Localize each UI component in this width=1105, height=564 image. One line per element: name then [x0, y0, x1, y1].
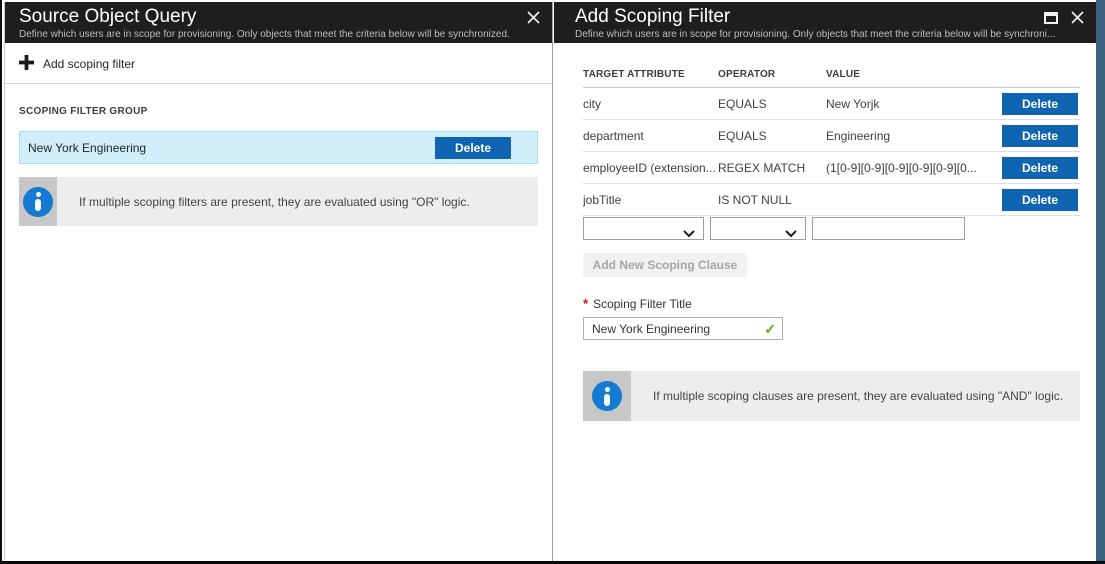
info-text: If multiple scoping filters are present,…: [57, 177, 538, 226]
table-row: jobTitle IS NOT NULL Delete: [583, 184, 1080, 216]
cell-attribute: jobTitle: [583, 193, 718, 207]
add-scoping-filter-label: Add scoping filter: [43, 57, 135, 71]
page-title: Source Object Query: [19, 6, 552, 28]
table-row: employeeID (extension... REGEX MATCH (1[…: [583, 152, 1080, 184]
attribute-select[interactable]: [583, 217, 704, 240]
delete-button[interactable]: Delete: [1002, 189, 1078, 211]
info-box: If multiple scoping clauses are present,…: [583, 371, 1080, 421]
valid-check-icon: ✓: [764, 321, 776, 337]
source-object-query-panel: Source Object Query Define which users a…: [4, 2, 553, 561]
info-text: If multiple scoping clauses are present,…: [631, 371, 1080, 421]
close-icon[interactable]: [527, 11, 540, 24]
plus-icon: [19, 55, 34, 73]
info-icon-tile: [583, 371, 631, 421]
scoping-filter-title-field: ✓: [583, 317, 783, 340]
panel-subtitle: Define which users are in scope for prov…: [19, 29, 552, 40]
filter-group-name: New York Engineering: [28, 141, 435, 155]
add-scoping-filter-body: TARGET ATTRIBUTE OPERATOR VALUE city EQU…: [554, 62, 1096, 421]
operator-select[interactable]: [710, 217, 806, 240]
info-icon: [592, 381, 622, 411]
table-row: department EQUALS Engineering Delete: [583, 120, 1080, 152]
column-header-operator: OPERATOR: [718, 69, 826, 80]
scoping-filter-title-label: * Scoping Filter Title: [583, 296, 1080, 311]
chevron-down-icon: [683, 225, 695, 243]
cell-attribute: employeeID (extension...: [583, 161, 718, 175]
add-scoping-filter-panel: Add Scoping Filter Define which users ar…: [554, 2, 1096, 561]
info-icon: [23, 187, 53, 217]
cell-operator: IS NOT NULL: [718, 193, 826, 207]
window-frame-left: [0, 0, 2, 564]
chevron-down-icon: [785, 225, 797, 243]
required-asterisk: *: [583, 296, 588, 311]
filter-group-row[interactable]: New York Engineering Delete: [19, 131, 538, 164]
info-icon-tile: [19, 177, 57, 226]
table-header-row: TARGET ATTRIBUTE OPERATOR VALUE: [583, 62, 1080, 88]
cell-operator: REGEX MATCH: [718, 161, 826, 175]
portal-background-stripe: [1096, 0, 1105, 561]
close-icon[interactable]: [1071, 11, 1084, 24]
add-scoping-filter-header: Add Scoping Filter Define which users ar…: [554, 2, 1096, 43]
source-query-header: Source Object Query Define which users a…: [5, 2, 552, 43]
maximize-icon[interactable]: [1044, 12, 1058, 24]
add-new-scoping-clause-button[interactable]: Add New Scoping Clause: [583, 253, 747, 277]
new-clause-row: [583, 217, 1080, 240]
clause-value-input[interactable]: [812, 217, 965, 240]
screen: Source Object Query Define which users a…: [0, 0, 1105, 564]
page-title: Add Scoping Filter: [575, 6, 1096, 28]
add-scoping-filter-button[interactable]: Add scoping filter: [19, 52, 538, 76]
column-header-value: VALUE: [826, 69, 1002, 80]
column-header-target-attribute: TARGET ATTRIBUTE: [583, 69, 718, 80]
scoping-filter-title-input[interactable]: [583, 317, 783, 340]
cell-attribute: department: [583, 129, 718, 143]
cell-operator: EQUALS: [718, 97, 826, 111]
section-divider: [5, 83, 552, 84]
delete-button[interactable]: Delete: [1002, 93, 1078, 115]
cell-operator: EQUALS: [718, 129, 826, 143]
cell-value: New Yorjk: [826, 97, 1002, 111]
delete-button[interactable]: Delete: [1002, 157, 1078, 179]
delete-button[interactable]: Delete: [1002, 125, 1078, 147]
table-row: city EQUALS New Yorjk Delete: [583, 88, 1080, 120]
delete-button[interactable]: Delete: [435, 137, 511, 159]
cell-value: (1[0-9][0-9][0-9][0-9][0-9][0...: [826, 161, 1002, 175]
panel-subtitle: Define which users are in scope for prov…: [575, 29, 1096, 40]
clause-table: TARGET ATTRIBUTE OPERATOR VALUE city EQU…: [583, 62, 1080, 216]
source-query-body: Add scoping filter SCOPING FILTER GROUP …: [5, 52, 552, 226]
info-box: If multiple scoping filters are present,…: [19, 177, 538, 226]
scoping-filter-group-header: SCOPING FILTER GROUP: [19, 106, 538, 117]
cell-attribute: city: [583, 97, 718, 111]
cell-value: Engineering: [826, 129, 1002, 143]
